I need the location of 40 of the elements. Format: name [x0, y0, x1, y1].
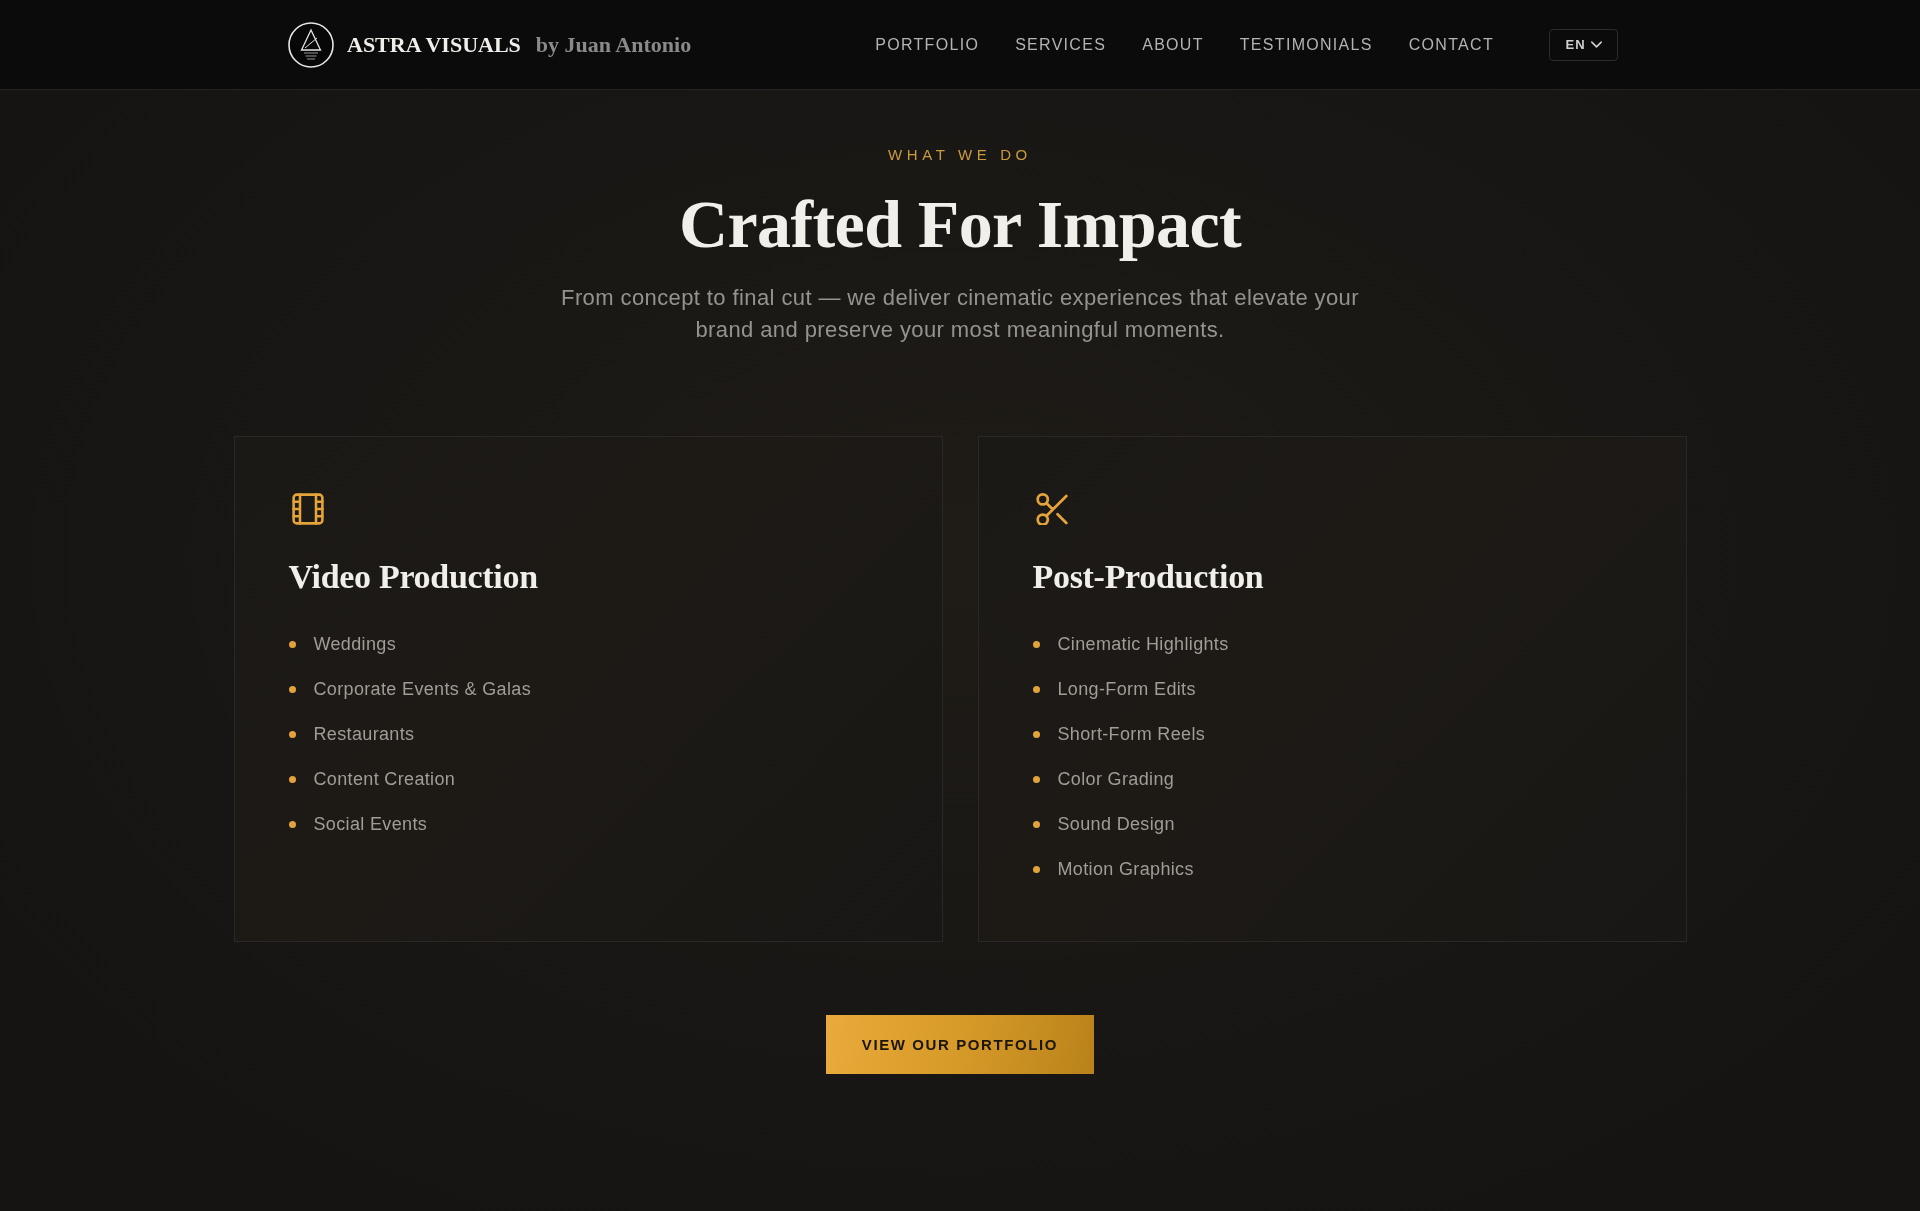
portfolio-button[interactable]: VIEW OUR PORTFOLIO — [825, 1015, 1095, 1074]
list-item-text: Content Creation — [313, 768, 456, 791]
section-title: Crafted For Impact — [679, 187, 1241, 262]
nav-link[interactable]: TESTIMONIALS — [1239, 35, 1373, 54]
logo-emblem-icon — [288, 21, 334, 68]
bullet-icon — [288, 686, 296, 693]
list-item-text: Corporate Events & Galas — [313, 678, 531, 701]
bullet-icon — [1032, 776, 1040, 783]
nav-link[interactable]: SERVICES — [1015, 35, 1107, 54]
list-item-text: Sound Design — [1057, 813, 1175, 836]
scissors-icon — [1035, 493, 1068, 525]
brand-name: ASTRA VISUALS — [347, 31, 521, 58]
list-item-text: Cinematic Highlights — [1057, 633, 1229, 656]
bullet-icon — [288, 641, 296, 648]
bullet-icon — [1032, 866, 1040, 873]
bullet-icon — [1032, 821, 1040, 828]
list-item-text: Short-Form Reels — [1057, 723, 1206, 746]
bullet-icon — [288, 821, 296, 828]
bullet-icon — [1032, 731, 1040, 738]
nav-link[interactable]: PORTFOLIO — [875, 35, 980, 54]
language-selector[interactable]: EN — [1549, 28, 1618, 61]
list-item-text: Color Grading — [1057, 768, 1175, 791]
list-item-text: Weddings — [313, 633, 397, 656]
bullet-icon — [1032, 641, 1040, 648]
brand-byline: by Juan Antonio — [535, 31, 692, 58]
list-item-text: Restaurants — [313, 723, 415, 746]
section-eyebrow: WHAT WE DO — [888, 146, 1032, 164]
list-item-text: Long-Form Edits — [1057, 678, 1196, 701]
chevron-down-icon — [1590, 39, 1602, 50]
bullet-icon — [288, 776, 296, 783]
nav-link[interactable]: CONTACT — [1408, 35, 1494, 54]
nav-link[interactable]: ABOUT — [1142, 35, 1204, 54]
list-item-text: Motion Graphics — [1057, 858, 1194, 881]
list-item-text: Social Events — [313, 813, 428, 836]
bullet-icon — [1032, 686, 1040, 693]
bullet-icon — [288, 731, 296, 738]
card-title: Post-Production — [1032, 557, 1264, 597]
card-title: Video Production — [288, 557, 538, 597]
film-strip-icon — [291, 493, 324, 525]
section-subtitle: From concept to final cut — we deliver cinematic experiences that elevate your brand and preserve your most meaningful moments. — [560, 284, 1360, 344]
